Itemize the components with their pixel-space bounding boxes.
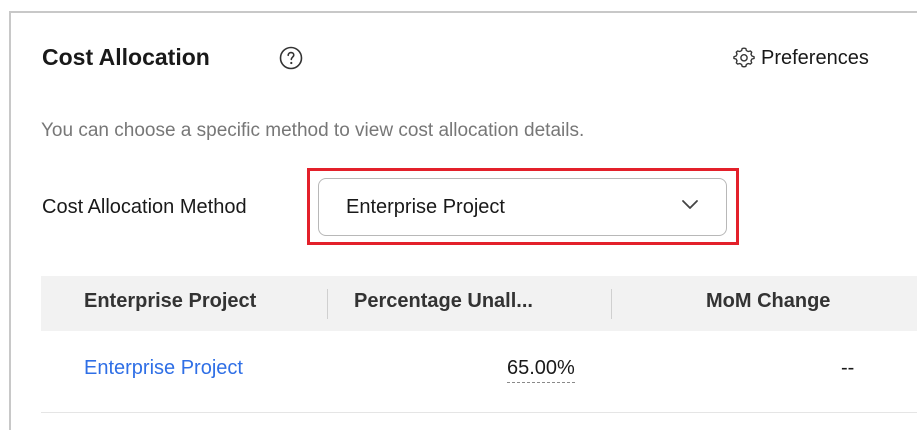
allocation-method-select[interactable]: Enterprise Project — [318, 178, 727, 236]
enterprise-project-link[interactable]: Enterprise Project — [84, 357, 243, 380]
gear-icon — [733, 47, 755, 68]
table-header: Enterprise Project Percentage Unall... M… — [41, 276, 917, 331]
question-circle-icon[interactable] — [279, 46, 303, 70]
column-header-enterprise-project[interactable]: Enterprise Project — [84, 290, 256, 313]
column-divider — [327, 289, 328, 319]
panel-description: You can choose a specific method to view… — [41, 120, 585, 141]
table-row: Enterprise Project 65.00% -- — [41, 331, 917, 413]
method-label: Cost Allocation Method — [42, 196, 247, 218]
preferences-button[interactable]: Preferences — [733, 44, 869, 72]
preferences-label: Preferences — [761, 46, 869, 69]
select-value: Enterprise Project — [346, 195, 505, 218]
chevron-down-icon — [682, 200, 698, 209]
cost-allocation-panel: Cost Allocation Preferences You can choo… — [9, 11, 917, 430]
percentage-value[interactable]: 65.00% — [507, 357, 575, 383]
column-divider — [611, 289, 612, 319]
column-header-percentage[interactable]: Percentage Unall... — [354, 290, 533, 313]
column-header-mom-change[interactable]: MoM Change — [706, 290, 830, 313]
mom-change-value: -- — [841, 357, 855, 379]
panel-title: Cost Allocation — [42, 44, 210, 70]
